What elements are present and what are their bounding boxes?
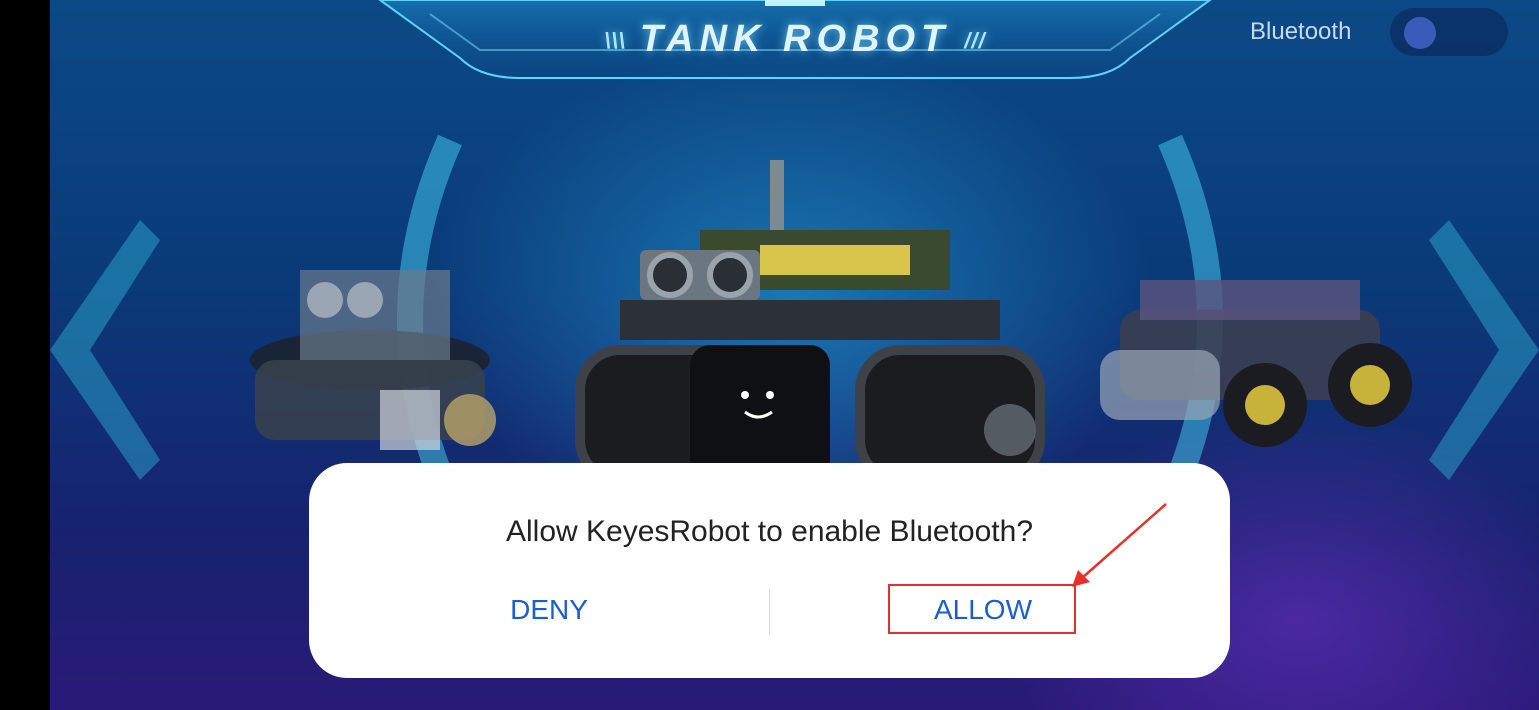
button-divider [769, 589, 770, 635]
bluetooth-toggle-knob [1404, 17, 1436, 49]
bluetooth-label: Bluetooth [1250, 18, 1352, 45]
robot-right-image[interactable] [1080, 240, 1420, 470]
left-system-bar [0, 0, 50, 710]
title-deco-right: /// [964, 27, 986, 53]
red-pointer-arrow-icon [1072, 503, 1167, 587]
title-deco-left: \\\ [604, 27, 626, 53]
robot-left-image[interactable] [230, 210, 510, 490]
header-plate: \\\ TANK ROBOT /// [370, 0, 1220, 92]
previous-arrow-icon[interactable] [50, 210, 160, 490]
tank-robot-image[interactable] [520, 150, 1080, 480]
title-text: TANK ROBOT [639, 18, 951, 60]
deny-button[interactable]: DENY [449, 585, 649, 635]
next-arrow-icon[interactable] [1429, 210, 1539, 490]
bluetooth-toggle[interactable] [1390, 8, 1508, 56]
allow-highlight-box [888, 584, 1076, 634]
page-title: \\\ TANK ROBOT /// [370, 18, 1220, 61]
